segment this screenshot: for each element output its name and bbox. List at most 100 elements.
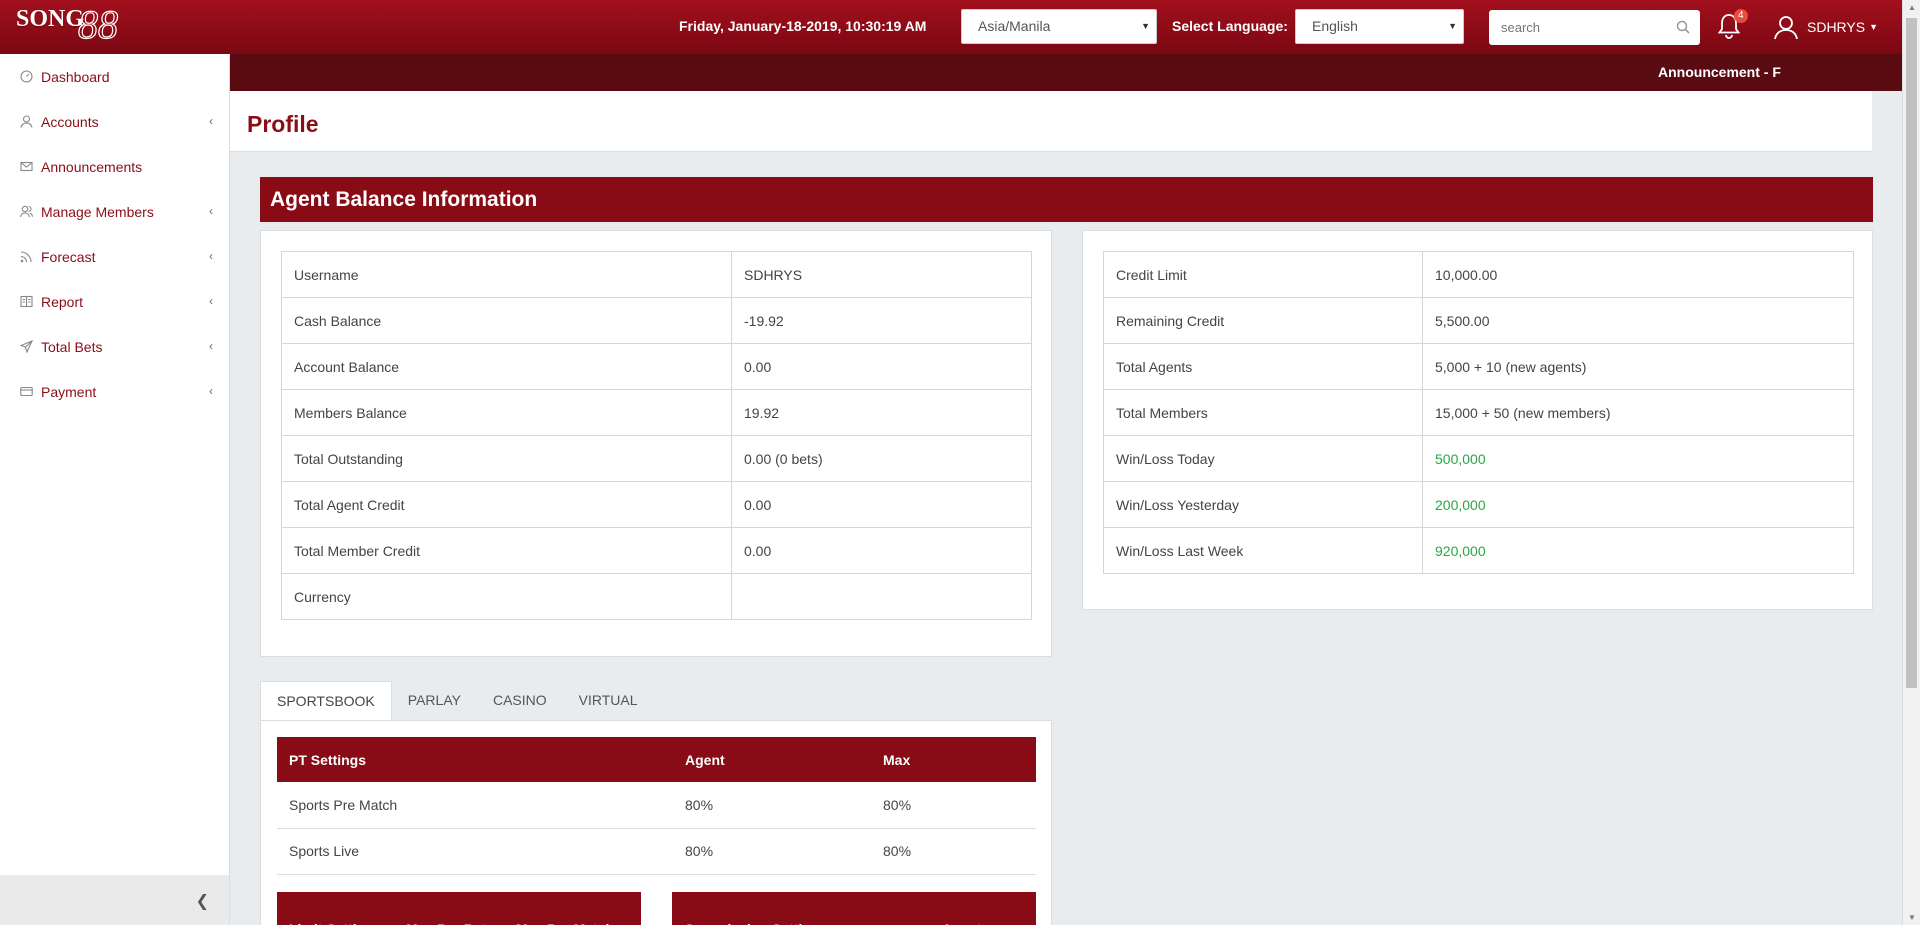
row-label: Currency — [281, 573, 732, 620]
book-icon — [20, 295, 33, 308]
search-icon[interactable] — [1676, 20, 1690, 34]
row-value: 500,000 — [1422, 435, 1854, 482]
row-value: 10,000.00 — [1422, 251, 1854, 298]
sidebar-item-label: Payment — [41, 383, 97, 400]
column-header: Max Per Bet — [398, 892, 508, 925]
column-header: Commission Settings — [672, 892, 930, 925]
language-select[interactable]: English ▼ — [1295, 9, 1464, 44]
table-row: Credit Limit 10,000.00 — [1103, 251, 1854, 298]
announcement-text: Announcement - F — [1658, 64, 1781, 80]
table-row: Members Balance 19.92 — [281, 389, 1032, 436]
username-label: SDHRYS — [1807, 19, 1866, 35]
column-header: Max — [871, 737, 1036, 782]
row-label: Cash Balance — [281, 297, 732, 344]
row-label: Total Outstanding — [281, 435, 732, 482]
table-row: Total Members 15,000 + 50 (new members) — [1103, 389, 1854, 436]
top-header: SONG 88 Friday, January-18-2019, 10:30:1… — [0, 0, 1902, 54]
row-value: 0.00 — [731, 481, 1032, 528]
column-header: Agent — [673, 737, 871, 782]
row-label: Total Agent Credit — [281, 481, 732, 528]
page-header: Profile — [230, 91, 1872, 152]
sidebar-item-report[interactable]: Report ‹ — [0, 279, 229, 324]
column-header: Max Per Match — [508, 892, 641, 925]
chevron-left-icon: ‹ — [209, 339, 213, 353]
paper-plane-icon — [20, 340, 33, 353]
row-value: 80% — [871, 828, 1036, 875]
scroll-down-icon[interactable]: ▼ — [1908, 913, 1916, 922]
tab-sportsbook[interactable]: SPORTSBOOK — [260, 681, 392, 721]
row-value: 80% — [871, 782, 1036, 829]
sidebar-item-accounts[interactable]: Accounts ‹ — [0, 99, 229, 144]
logo-number: 88 — [77, 1, 118, 47]
table-header-row: Commission Settings Agent — [672, 892, 1036, 925]
envelope-icon — [20, 161, 33, 172]
sidebar-item-payment[interactable]: Payment ‹ — [0, 369, 229, 414]
collapse-sidebar-icon[interactable]: ❮ — [196, 891, 209, 911]
sidebar-item-forecast[interactable]: Forecast ‹ — [0, 234, 229, 279]
row-label: Total Member Credit — [281, 527, 732, 574]
table-row: Sports Pre Match 80% 80% — [277, 782, 1036, 829]
sidebar-item-announcements[interactable]: Announcements — [0, 144, 229, 189]
row-value: 5,000 + 10 (new agents) — [1422, 343, 1854, 390]
table-row: Total Outstanding 0.00 (0 bets) — [281, 435, 1032, 482]
sidebar-item-manage-members[interactable]: Manage Members ‹ — [0, 189, 229, 234]
user-menu[interactable]: SDHRYS ▼ — [1773, 13, 1878, 41]
language-label: Select Language: — [1172, 18, 1288, 34]
user-icon — [1774, 16, 1798, 40]
sidebar-item-label: Announcements — [41, 158, 143, 175]
rss-icon — [20, 251, 32, 263]
table-row: Total Agent Credit 0.00 — [281, 481, 1032, 528]
chevron-left-icon: ‹ — [209, 249, 213, 263]
row-value: 200,000 — [1422, 481, 1854, 528]
notifications-button[interactable]: 4 — [1716, 9, 1748, 42]
dashboard-icon — [20, 70, 33, 83]
table-header-row: PT Settings Agent Max — [277, 737, 1036, 782]
credit-card-icon — [20, 386, 33, 397]
row-value: 80% — [673, 828, 871, 875]
table-row: Total Agents 5,000 + 10 (new agents) — [1103, 343, 1854, 390]
row-label: Sports Live — [277, 828, 673, 875]
current-datetime: Friday, January-18-2019, 10:30:19 AM — [679, 18, 927, 34]
notification-count-badge: 4 — [1734, 9, 1748, 23]
song88-logo[interactable]: SONG 88 — [16, 1, 146, 52]
dropdown-arrow-icon: ▼ — [1448, 21, 1457, 31]
search-box — [1489, 10, 1700, 45]
sidebar-item-label: Manage Members — [41, 203, 154, 220]
sidebar-item-label: Total Bets — [41, 338, 103, 355]
tab-virtual[interactable]: VIRTUAL — [563, 681, 654, 720]
chevron-left-icon: ‹ — [209, 294, 213, 308]
table-row: Account Balance 0.00 — [281, 343, 1032, 390]
balance-table-left: Username SDHRYS Cash Balance -19.92 Accoun… — [281, 251, 1032, 620]
column-header: PT Settings — [277, 737, 673, 782]
column-header: Agent — [930, 892, 1036, 925]
search-input[interactable] — [1489, 10, 1659, 45]
tab-parlay[interactable]: PARLAY — [392, 681, 477, 720]
row-value: SDHRYS — [731, 251, 1032, 298]
product-tabs: SPORTSBOOK PARLAY CASINO VIRTUAL — [260, 681, 654, 721]
scroll-up-icon[interactable]: ▲ — [1908, 3, 1916, 12]
timezone-select[interactable]: Asia/Manila ▼ — [961, 9, 1157, 44]
page-scrollbar[interactable]: ▲ ▼ — [1902, 0, 1920, 925]
scrollbar-thumb[interactable] — [1906, 18, 1917, 688]
tab-casino[interactable]: CASINO — [477, 681, 563, 720]
row-label: Win/Loss Last Week — [1103, 527, 1423, 574]
table-row: Currency — [281, 573, 1032, 620]
row-label: Win/Loss Today — [1103, 435, 1423, 482]
row-value: 920,000 — [1422, 527, 1854, 574]
table-header-row: Limit Settings Max Per Bet Max Per Match — [277, 892, 641, 925]
table-row: Sports Live 80% 80% — [277, 828, 1036, 875]
user-icon — [20, 115, 33, 128]
limit-settings-table: Limit Settings Max Per Bet Max Per Match — [277, 892, 641, 925]
sidebar-item-total-bets[interactable]: Total Bets ‹ — [0, 324, 229, 369]
caret-down-icon: ▼ — [1869, 22, 1879, 32]
table-row: Win/Loss Today 500,000 — [1103, 435, 1854, 482]
table-row: Remaining Credit 5,500.00 — [1103, 297, 1854, 344]
commission-settings-table: Commission Settings Agent — [672, 892, 1036, 925]
row-value: 0.00 (0 bets) — [731, 435, 1032, 482]
balance-left-panel: Username SDHRYS Cash Balance -19.92 Accoun… — [260, 230, 1052, 657]
sidebar-footer: ❮ — [0, 875, 229, 925]
row-label: Credit Limit — [1103, 251, 1423, 298]
table-row: Win/Loss Last Week 920,000 — [1103, 527, 1854, 574]
sidebar-item-dashboard[interactable]: Dashboard — [0, 54, 229, 99]
row-value: 0.00 — [731, 527, 1032, 574]
